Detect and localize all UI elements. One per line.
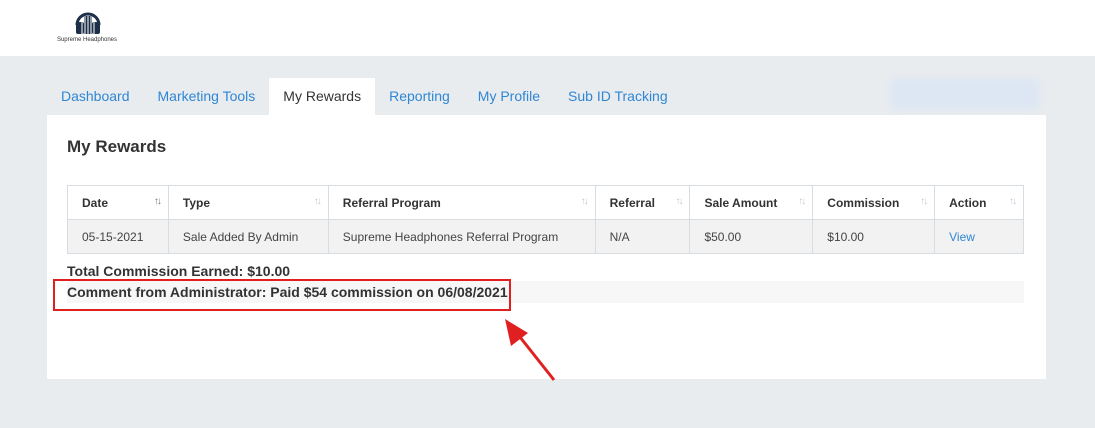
sort-icon[interactable]: ↑↓ [154, 196, 162, 207]
column-header-type[interactable]: Type ↑↓ [167, 185, 329, 220]
cell-sale-amount: $50.00 [689, 219, 814, 254]
cell-type: Sale Added By Admin [167, 219, 329, 254]
sort-icon[interactable]: ↑↓ [675, 196, 683, 207]
column-header-date[interactable]: Date ↑↓ [67, 185, 169, 220]
cell-commission: $10.00 [812, 219, 936, 254]
tab-my-profile[interactable]: My Profile [464, 78, 554, 115]
column-header-sale-amount[interactable]: Sale Amount ↑↓ [689, 185, 814, 220]
sort-icon[interactable]: ↑↓ [798, 196, 806, 207]
tab-sub-id-tracking[interactable]: Sub ID Tracking [554, 78, 682, 115]
cell-action: View [934, 219, 1024, 254]
brand-name: Supreme Headphones [56, 37, 118, 43]
sort-icon[interactable]: ↑↓ [314, 196, 322, 207]
table-header-row: Date ↑↓ Type ↑↓ Referral Program ↑↓ Referra… [67, 185, 1024, 220]
cell-date: 05-15-2021 [67, 219, 169, 254]
tab-dashboard[interactable]: Dashboard [47, 78, 144, 115]
cell-referral-program: Supreme Headphones Referral Program [327, 219, 596, 254]
sort-icon[interactable]: ↑↓ [1009, 196, 1017, 207]
tab-my-rewards[interactable]: My Rewards [269, 78, 376, 115]
page-title: My Rewards [67, 137, 167, 156]
top-bar: Supreme Headphones [0, 0, 1095, 56]
column-header-commission[interactable]: Commission ↑↓ [812, 185, 936, 220]
sort-icon[interactable]: ↑↓ [920, 196, 928, 207]
nav-tabs: Dashboard Marketing Tools My Rewards Rep… [47, 78, 682, 115]
column-header-referral[interactable]: Referral ↑↓ [594, 185, 691, 220]
annotation-highlight-box [53, 279, 511, 311]
table-row: 05-15-2021 Sale Added By Admin Supreme H… [67, 219, 1024, 254]
blurred-region [890, 78, 1040, 110]
column-header-referral-program[interactable]: Referral Program ↑↓ [327, 185, 596, 220]
rewards-table: Date ↑↓ Type ↑↓ Referral Program ↑↓ Referra… [67, 185, 1024, 254]
tab-marketing-tools[interactable]: Marketing Tools [144, 78, 270, 115]
tab-reporting[interactable]: Reporting [375, 78, 464, 115]
brand-logo[interactable]: Supreme Headphones [44, 6, 134, 46]
total-commission: Total Commission Earned: $10.00 [67, 263, 291, 279]
annotation-arrow-icon [505, 319, 556, 381]
sort-icon[interactable]: ↑↓ [581, 196, 589, 207]
column-header-action[interactable]: Action ↑↓ [934, 185, 1024, 220]
headphones-icon [75, 12, 101, 34]
cell-referral: N/A [594, 219, 691, 254]
view-link[interactable]: View [949, 230, 975, 244]
